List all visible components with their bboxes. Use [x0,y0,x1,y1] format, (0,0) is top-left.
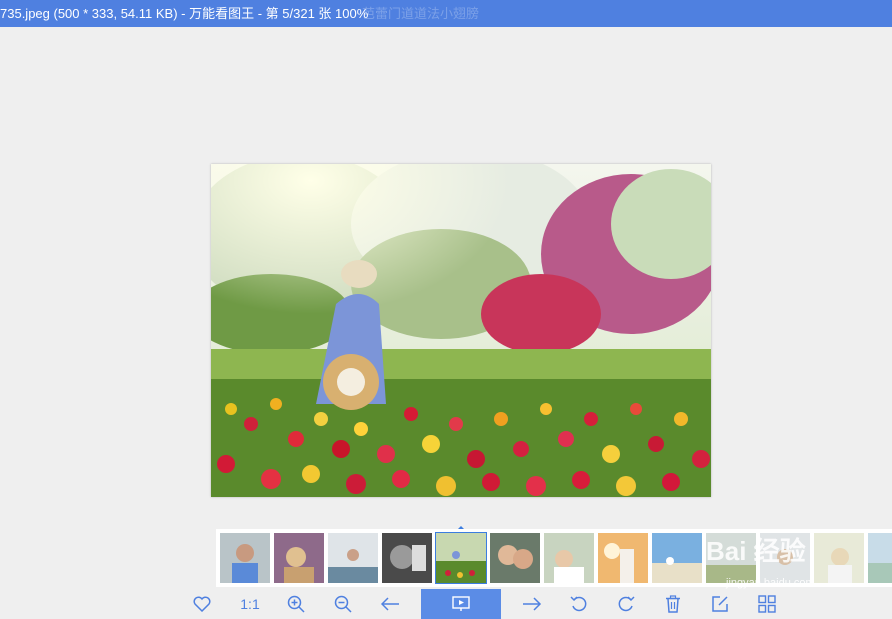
zoom-out-icon [334,595,352,613]
next-button[interactable] [516,589,548,619]
watermark: Bai 经验 jingyan.baidu.com [706,531,886,591]
thumb-5[interactable] [435,532,487,584]
rotate-left-icon [570,596,587,612]
watermark-text: Bai 经验 [706,536,806,566]
thumb-2[interactable] [274,533,324,583]
arrow-right-icon [523,597,542,611]
trash-icon [666,595,680,613]
main-image[interactable] [211,164,711,497]
watermark-url: jingyan.baidu.com [726,577,815,589]
rotate-left-button[interactable] [563,589,595,619]
actual-size-button[interactable]: 1:1 [234,589,266,619]
previous-button[interactable] [374,589,406,619]
thumb-6[interactable] [490,533,540,583]
rotate-right-button[interactable] [610,589,642,619]
grid-view-button[interactable] [751,589,783,619]
zoom-in-button[interactable] [280,589,312,619]
grid-icon [758,595,776,613]
delete-button[interactable] [657,589,689,619]
window-title: 735.jpeg (500 * 333, 54.11 KB) - 万能看图王 -… [0,6,369,21]
thumb-3[interactable] [328,533,378,583]
zoom-in-icon [287,595,305,613]
edit-icon [712,596,728,612]
thumb-8[interactable] [598,533,648,583]
rotate-right-icon [618,596,635,612]
thumb-1[interactable] [220,533,270,583]
title-bar: 芭蕾门道道法小翅膀 735.jpeg (500 * 333, 54.11 KB)… [0,0,892,27]
title-ghost-text: 芭蕾门道道法小翅膀 [362,6,480,21]
zoom-out-button[interactable] [327,589,359,619]
edit-button[interactable] [704,589,736,619]
favorite-button[interactable] [186,589,218,619]
bottom-toolbar: 1:1 [0,589,892,619]
heart-icon [193,596,211,612]
thumb-4[interactable] [382,533,432,583]
arrow-left-icon [380,597,399,611]
thumb-7[interactable] [544,533,594,583]
slideshow-button[interactable] [421,589,501,619]
slideshow-icon [452,596,470,611]
thumb-9[interactable] [652,533,702,583]
